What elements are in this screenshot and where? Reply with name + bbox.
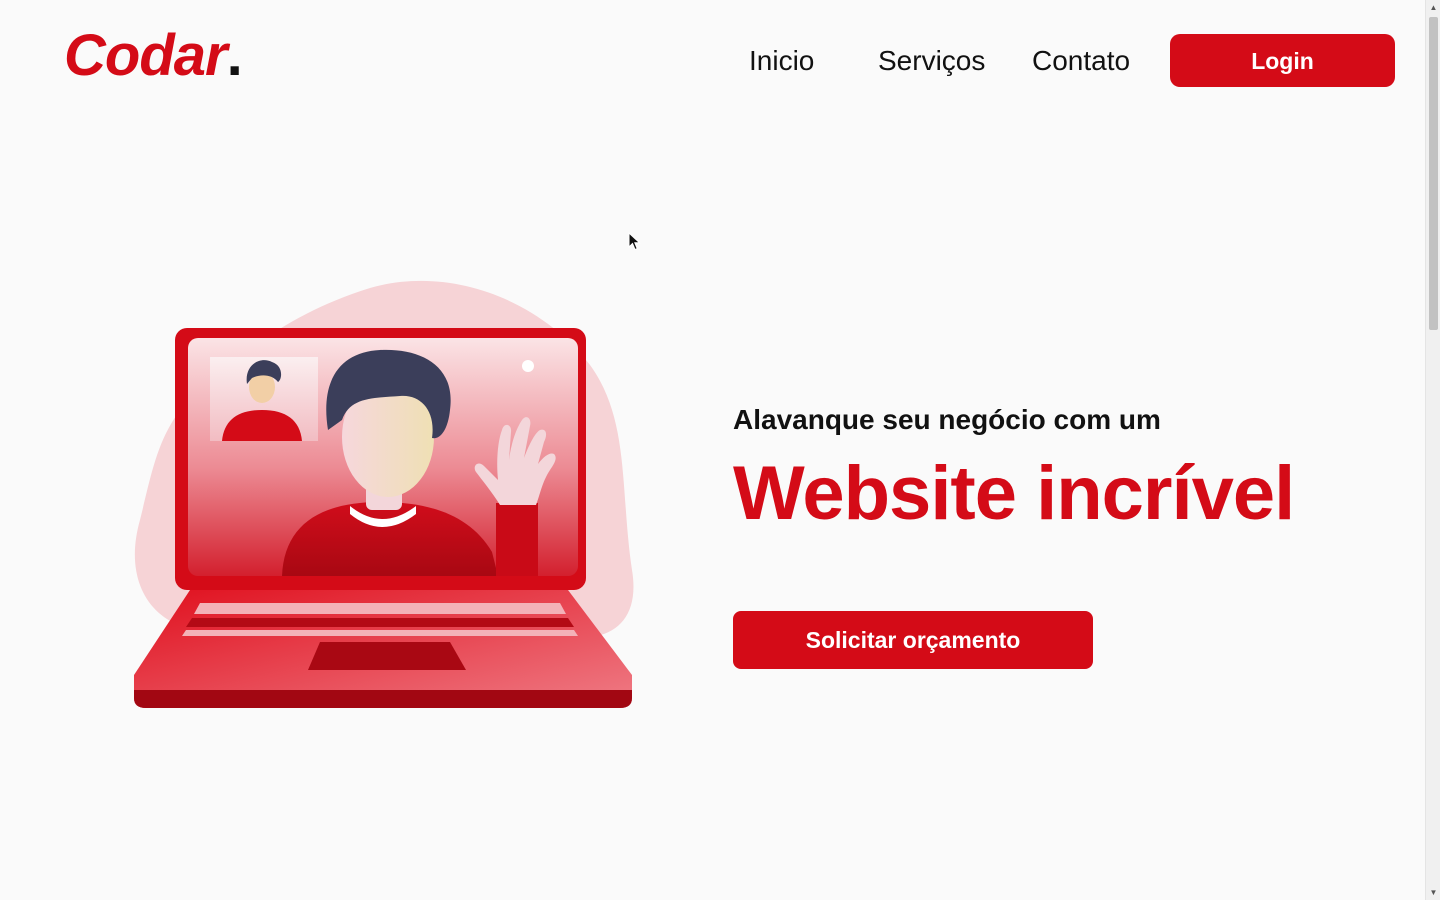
laptop-base-edge [134,690,632,708]
scroll-up-arrow-icon[interactable]: ▲ [1426,0,1440,15]
scroll-thumb[interactable] [1429,17,1438,330]
nav-link-inicio[interactable]: Inicio [749,42,814,80]
mouse-cursor-icon [628,232,641,251]
page: Codar. Inicio Serviços Contato Login Ala… [0,0,1440,900]
login-button[interactable]: Login [1170,34,1395,87]
nav-link-servicos[interactable]: Serviços [878,42,985,80]
hero-title: Website incrível [733,451,1295,536]
touchpad [308,642,466,670]
nav-link-contato[interactable]: Contato [1032,42,1130,80]
keyboard-row-1 [194,603,566,614]
webcam [522,360,534,372]
hero-subtitle: Alavanque seu negócio com um [733,404,1161,435]
person-arm [496,503,538,576]
page-scrollbar[interactable]: ▲ ▼ [1425,0,1440,900]
scroll-down-arrow-icon[interactable]: ▼ [1426,885,1440,900]
keyboard-row-3 [182,630,578,636]
keyboard-row-2 [186,618,574,627]
laptop-video-call-illustration [134,280,634,708]
request-quote-button[interactable]: Solicitar orçamento [733,611,1093,669]
